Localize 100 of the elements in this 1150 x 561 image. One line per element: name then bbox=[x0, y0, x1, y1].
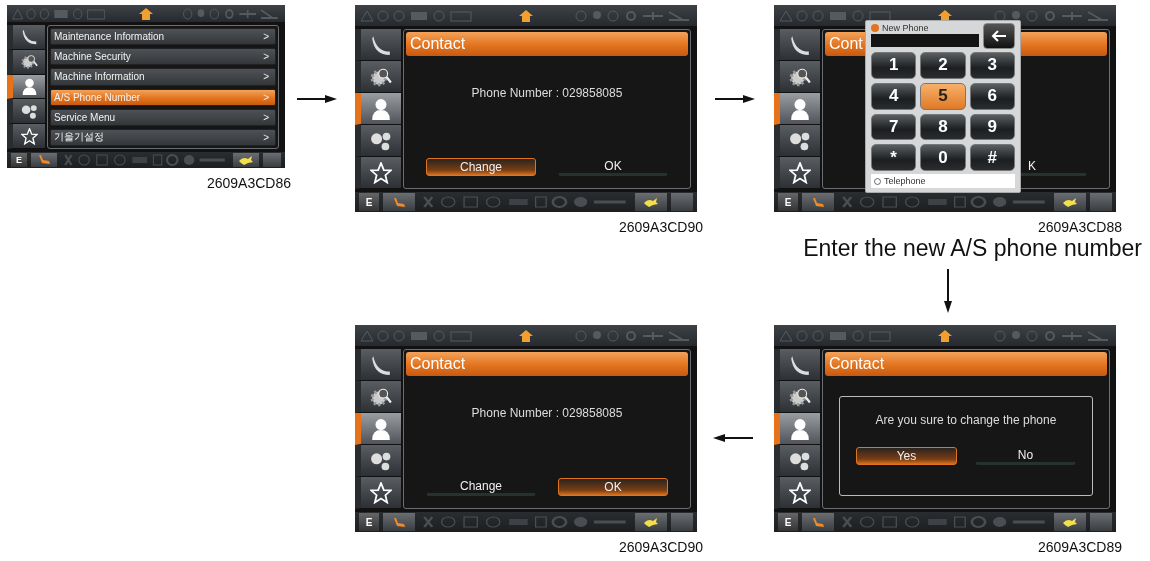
figure-code: 2609A3CD89 bbox=[1037, 539, 1122, 555]
sidebar-tab[interactable] bbox=[355, 93, 401, 125]
sidebar-tab[interactable] bbox=[7, 74, 45, 100]
chevron: > bbox=[263, 51, 269, 63]
chevron: > bbox=[263, 91, 269, 103]
person-icon bbox=[789, 417, 811, 440]
work-mode-key[interactable] bbox=[802, 193, 834, 211]
arrow-icon bbox=[715, 94, 755, 104]
sidebar-tab[interactable] bbox=[355, 157, 401, 189]
sidebar-tab[interactable] bbox=[7, 99, 45, 125]
home-icon bbox=[518, 9, 534, 22]
power-mode-key[interactable] bbox=[635, 513, 667, 531]
number-key[interactable]: 4 bbox=[871, 82, 917, 110]
panel-button[interactable]: OK bbox=[558, 478, 668, 496]
dialog-button[interactable]: Yes bbox=[856, 447, 957, 465]
chevron: > bbox=[263, 31, 269, 43]
number-key[interactable]: 9 bbox=[969, 113, 1015, 141]
sidebar-tab[interactable] bbox=[355, 413, 401, 445]
number-key[interactable]: 1 bbox=[871, 52, 917, 79]
power-mode-key[interactable] bbox=[1054, 193, 1086, 211]
work-mode-key[interactable] bbox=[802, 513, 834, 531]
sidebar-tab[interactable] bbox=[774, 445, 820, 477]
sidebar-tab[interactable] bbox=[7, 49, 45, 75]
panel-button[interactable]: OK bbox=[558, 158, 668, 176]
sidebar-tab[interactable] bbox=[774, 61, 820, 93]
sidebar-tab[interactable] bbox=[355, 381, 401, 413]
power-mode-key[interactable] bbox=[233, 152, 259, 168]
number-key[interactable]: * bbox=[871, 144, 917, 171]
sidebar-tab[interactable] bbox=[774, 125, 820, 157]
power-mode-key[interactable] bbox=[635, 193, 667, 211]
number-key[interactable]: 5 bbox=[920, 82, 966, 110]
mode-key[interactable]: E bbox=[359, 193, 379, 211]
star-icon bbox=[789, 481, 811, 504]
chevron: > bbox=[263, 131, 269, 143]
footer-text: Telephone bbox=[884, 176, 926, 186]
instruction-text: Enter the new A/S phone number bbox=[803, 235, 1142, 262]
sidebar-tab[interactable] bbox=[774, 477, 820, 509]
sidebar-tab[interactable] bbox=[355, 125, 401, 157]
panel-button[interactable]: Change bbox=[426, 158, 536, 176]
sidebar-tab[interactable] bbox=[774, 93, 820, 125]
number-key[interactable]: 8 bbox=[920, 113, 966, 141]
star-icon bbox=[370, 481, 392, 504]
menu-item[interactable]: Maintenance Information > bbox=[50, 28, 276, 46]
chevron: > bbox=[263, 111, 269, 123]
sidebar-tab[interactable] bbox=[355, 29, 401, 61]
number-key[interactable]: 7 bbox=[871, 113, 917, 141]
blank-key bbox=[671, 513, 693, 531]
mode-key[interactable]: E bbox=[359, 513, 379, 531]
blank-key bbox=[1090, 513, 1112, 531]
blank-key bbox=[671, 193, 693, 211]
phone-number-text: Phone Number : 029858085 bbox=[471, 406, 623, 420]
chevron: > bbox=[263, 71, 269, 83]
figure-code: 2609A3CD90 bbox=[618, 219, 703, 235]
number-key[interactable]: # bbox=[969, 144, 1015, 171]
mode-key[interactable]: E bbox=[11, 152, 27, 168]
sidebar-tab[interactable] bbox=[774, 29, 820, 61]
mode-key[interactable]: E bbox=[778, 513, 798, 531]
phone-number-text: Phone Number : 029858085 bbox=[471, 86, 623, 100]
blank-key bbox=[263, 152, 281, 168]
number-key[interactable]: 0 bbox=[920, 144, 966, 171]
left-arrow-icon bbox=[991, 30, 1007, 42]
sidebar-tab[interactable] bbox=[355, 349, 401, 381]
menu-item[interactable]: Service Menu > bbox=[50, 108, 276, 126]
sidebar-tab[interactable] bbox=[774, 349, 820, 381]
panel-title: Contact bbox=[825, 352, 1107, 376]
person-icon bbox=[20, 78, 38, 95]
mode-key[interactable]: E bbox=[778, 193, 798, 211]
menu-item[interactable]: 기울기설정 > bbox=[50, 128, 276, 147]
panel-button[interactable]: Change bbox=[426, 478, 536, 496]
sidebar-tab[interactable] bbox=[774, 157, 820, 189]
sidebar-tab[interactable] bbox=[774, 413, 820, 445]
figure-code: 2609A3CD88 bbox=[1037, 219, 1122, 235]
star-icon bbox=[370, 161, 392, 184]
arrow-icon bbox=[713, 433, 753, 443]
menu-item[interactable]: Machine Information > bbox=[50, 68, 276, 86]
home-icon bbox=[937, 329, 953, 342]
number-key[interactable]: 2 bbox=[920, 52, 966, 79]
work-mode-key[interactable] bbox=[383, 513, 415, 531]
arrow-icon bbox=[297, 94, 337, 104]
menu-item[interactable]: Machine Security > bbox=[50, 48, 276, 66]
blank-key bbox=[1090, 193, 1112, 211]
power-mode-key[interactable] bbox=[1054, 513, 1086, 531]
sidebar-tab[interactable] bbox=[355, 477, 401, 509]
home-icon bbox=[138, 7, 154, 20]
sidebar-tab[interactable] bbox=[355, 61, 401, 93]
sidebar-tab[interactable] bbox=[355, 445, 401, 477]
star-icon bbox=[20, 127, 38, 145]
number-key[interactable]: 6 bbox=[969, 82, 1015, 110]
sidebar-tab[interactable] bbox=[7, 25, 45, 50]
dialog-button[interactable]: No bbox=[975, 447, 1076, 465]
star-icon bbox=[789, 161, 811, 184]
panel-title: Contact bbox=[406, 32, 688, 56]
sidebar-tab[interactable] bbox=[774, 381, 820, 413]
gear-search-icon bbox=[20, 53, 38, 71]
number-key[interactable]: 3 bbox=[969, 52, 1015, 79]
backspace-button[interactable] bbox=[983, 23, 1015, 49]
work-mode-key[interactable] bbox=[383, 193, 415, 211]
sidebar-tab[interactable] bbox=[7, 124, 45, 149]
work-mode-key[interactable] bbox=[31, 152, 57, 168]
phone-input-field[interactable] bbox=[871, 34, 979, 47]
